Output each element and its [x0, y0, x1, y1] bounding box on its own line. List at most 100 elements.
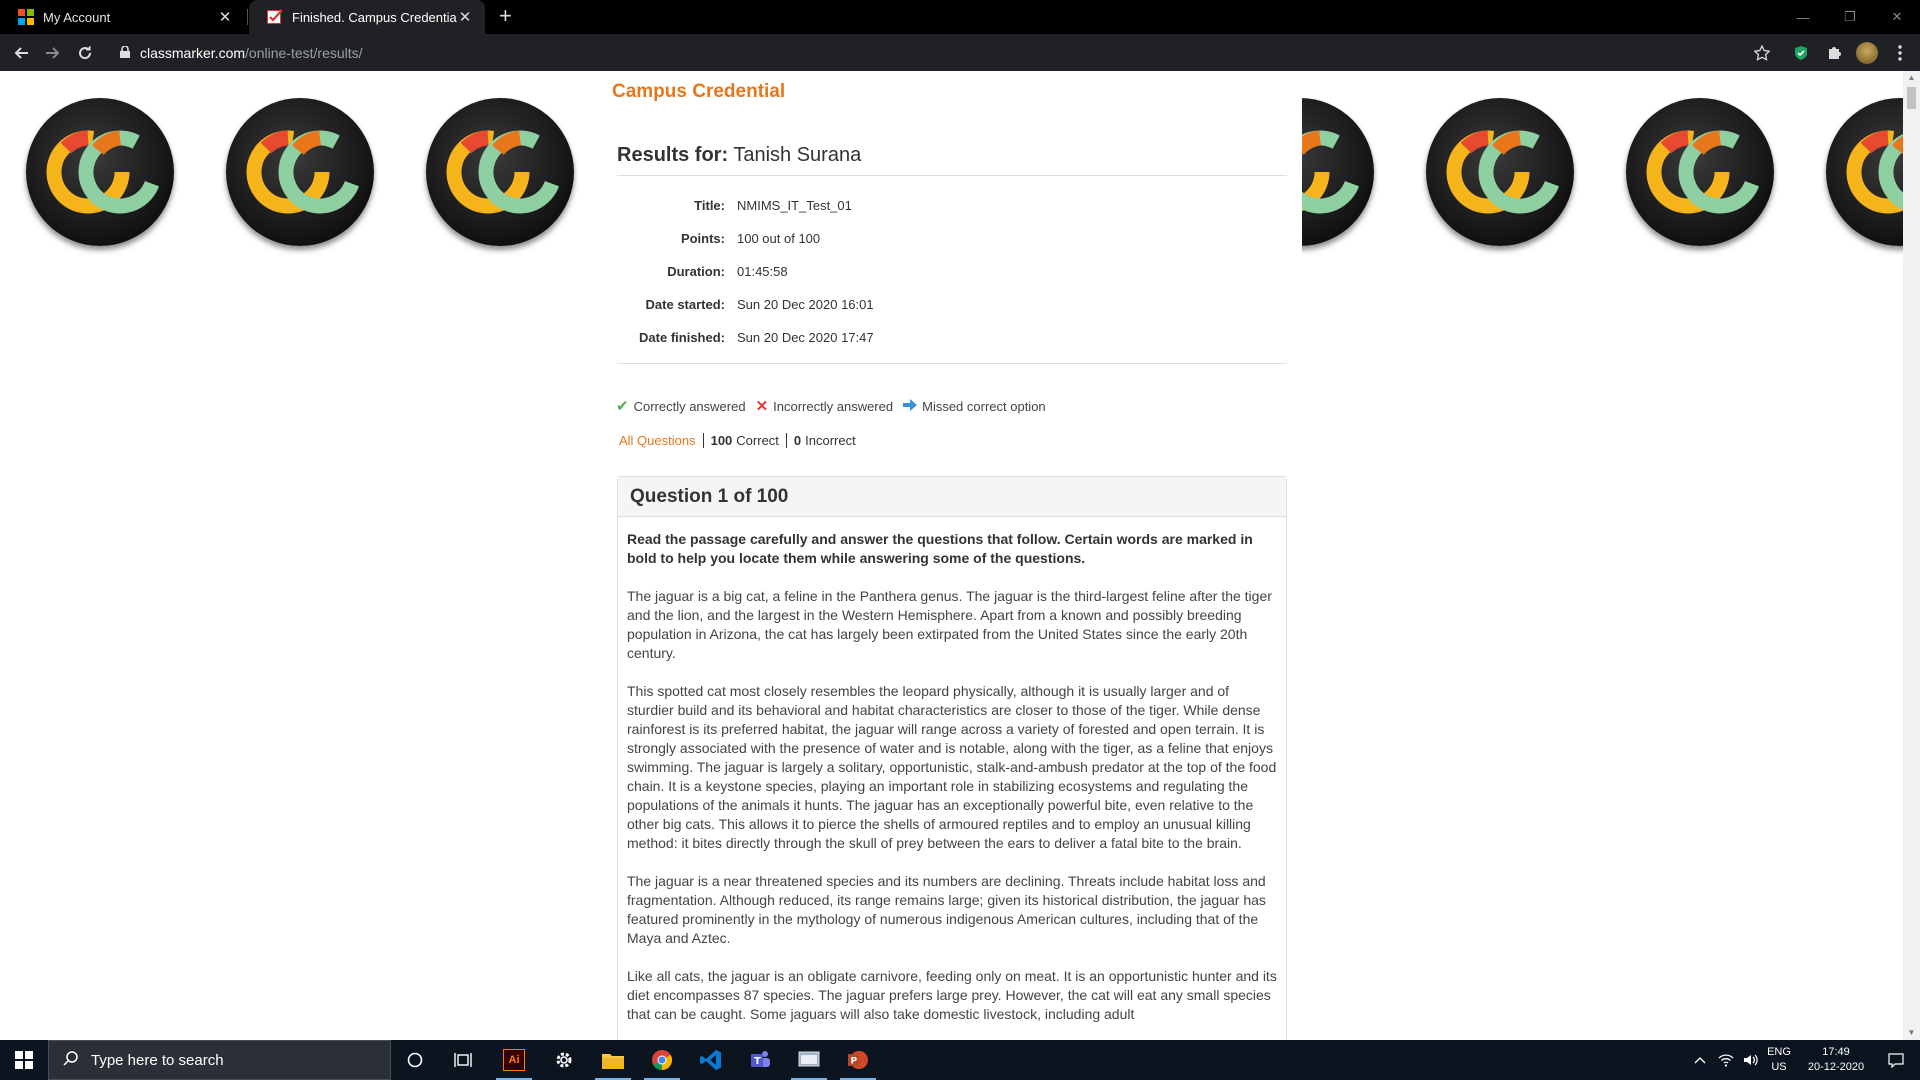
forward-icon[interactable] [38, 34, 68, 71]
campus-credential-logo [426, 98, 574, 246]
detail-label: Points: [680, 231, 725, 246]
incorrect-count: 0 [793, 433, 802, 448]
task-view-icon[interactable] [439, 1040, 487, 1080]
page-viewport: Campus Credential Results for: Tanish Su… [0, 71, 1920, 1040]
volume-icon[interactable] [1739, 1040, 1763, 1080]
question-instructions: Read the passage carefully and answer th… [627, 531, 1253, 566]
notifications-icon[interactable] [1876, 1040, 1916, 1080]
address-bar[interactable]: classmarker.com /online-test/results/ [108, 38, 1778, 67]
new-tab-icon[interactable]: + [499, 3, 512, 29]
language-code: ENG [1767, 1046, 1791, 1058]
shield-extension-icon[interactable] [1786, 34, 1816, 71]
detail-value: NMIMS_IT_Test_01 [737, 198, 852, 213]
detail-value: 01:45:58 [737, 264, 788, 279]
question-card: Question 1 of 100 Read the passage caref… [617, 476, 1287, 1040]
cortana-icon[interactable] [391, 1040, 439, 1080]
legend-incorrect: ✕ Incorrectly answered [756, 397, 894, 415]
close-tab-icon[interactable]: ✕ [217, 8, 233, 26]
tab-title: My Account [43, 9, 111, 25]
region-code: US [1771, 1061, 1787, 1073]
powerpoint-icon[interactable]: P [834, 1040, 882, 1080]
detail-value: Sun 20 Dec 2020 16:01 [737, 297, 874, 312]
file-explorer-icon[interactable] [589, 1040, 637, 1080]
campus-credential-logo [226, 98, 374, 246]
brand-title: Campus Credential [612, 81, 786, 102]
close-tab-icon[interactable]: ✕ [457, 8, 473, 26]
results-label: Results for: [617, 144, 729, 166]
chrome-icon[interactable] [638, 1040, 686, 1080]
detail-row-points: Points: 100 out of 100 [617, 222, 1217, 255]
answer-legend: ✔ Correctly answered ✕ Incorrectly answe… [616, 397, 1056, 415]
windows-taskbar: Type here to search Ai T P ENG US 17:49 … [0, 1040, 1920, 1080]
detail-row-date-finished: Date finished: Sun 20 Dec 2020 17:47 [617, 321, 1217, 354]
tab-my-account[interactable]: My Account ✕ [0, 0, 245, 34]
correct-count: 100 [710, 433, 733, 448]
scroll-down-icon[interactable]: ▼ [1903, 1026, 1920, 1040]
question-filters: All Questions 100 Correct 0 Incorrect [619, 433, 856, 448]
arrow-right-icon [903, 398, 918, 415]
filter-incorrect[interactable]: 0 Incorrect [794, 433, 856, 448]
settings-gear-icon[interactable] [540, 1040, 588, 1080]
svg-text:T: T [754, 1056, 761, 1067]
question-heading: Question 1 of 100 [618, 477, 1286, 517]
legend-incorrect-label: Incorrectly answered [773, 398, 894, 414]
restore-icon[interactable]: ❐ [1827, 0, 1873, 34]
back-icon[interactable] [6, 34, 36, 71]
scroll-up-icon[interactable]: ▲ [1903, 71, 1920, 85]
language-indicator[interactable]: ENG US [1764, 1040, 1794, 1080]
more-menu-icon[interactable] [1885, 34, 1915, 71]
student-name: Tanish Surana [733, 144, 862, 166]
classmarker-check-icon [267, 9, 283, 24]
divider [617, 363, 1287, 364]
tab-divider [247, 9, 248, 25]
campus-credential-logo [1626, 98, 1774, 246]
browser-tab-strip: My Account ✕ Finished. Campus Credential… [0, 0, 1920, 34]
page-scrollbar[interactable]: ▲ ▼ [1903, 71, 1920, 1040]
detail-row-date-started: Date started: Sun 20 Dec 2020 16:01 [617, 288, 1217, 321]
vscode-icon[interactable] [687, 1040, 735, 1080]
windows-start-icon[interactable] [0, 1040, 48, 1080]
close-window-icon[interactable]: ✕ [1874, 0, 1920, 34]
search-icon [63, 1050, 79, 1070]
detail-label: Title: [694, 198, 725, 213]
lock-icon [120, 44, 130, 61]
result-details: Title: NMIMS_IT_Test_01 Points: 100 out … [617, 189, 1217, 354]
tab-campus-credential[interactable]: Finished. Campus Credential ✕ [249, 0, 485, 34]
detail-label: Duration: [667, 264, 725, 279]
url-path: /online-test/results/ [245, 44, 363, 61]
filter-separator [785, 433, 787, 448]
illustrator-icon[interactable]: Ai [490, 1040, 538, 1080]
campus-credential-logo [1426, 98, 1574, 246]
passage-paragraph: Like all cats, the jaguar is an obligate… [627, 968, 1277, 1022]
search-placeholder: Type here to search [91, 1051, 224, 1069]
microsoft-icon [18, 9, 34, 25]
profile-avatar[interactable] [1852, 34, 1882, 71]
correct-label: Correct [736, 433, 779, 448]
checkmark-icon: ✔ [616, 398, 629, 415]
reload-icon[interactable] [70, 34, 100, 71]
legend-correct-label: Correctly answered [633, 398, 746, 414]
extensions-puzzle-icon[interactable] [1819, 34, 1849, 71]
results-heading: Results for: Tanish Surana [617, 144, 861, 167]
clock-date: 20-12-2020 [1807, 1061, 1865, 1073]
legend-missed-label: Missed correct option [922, 398, 1046, 414]
detail-value: 100 out of 100 [737, 231, 821, 246]
taskbar-search-box[interactable]: Type here to search [48, 1040, 391, 1080]
legend-missed: Missed correct option [903, 398, 1046, 415]
detail-label: Date finished: [639, 330, 725, 345]
bookmark-star-icon[interactable] [1747, 34, 1777, 71]
passage-paragraph: The jaguar is a near threatened species … [627, 873, 1266, 946]
clock[interactable]: 17:49 20-12-2020 [1796, 1040, 1876, 1080]
detail-row-title: Title: NMIMS_IT_Test_01 [617, 189, 1217, 222]
url-host: classmarker.com [140, 44, 246, 61]
wifi-icon[interactable] [1714, 1040, 1738, 1080]
detail-row-duration: Duration: 01:45:58 [617, 255, 1217, 288]
app-window-icon[interactable] [785, 1040, 833, 1080]
filter-all-questions[interactable]: All Questions [619, 433, 696, 448]
teams-icon[interactable]: T [736, 1040, 784, 1080]
show-hidden-icons-chevron-icon[interactable] [1688, 1040, 1712, 1080]
filter-separator [702, 433, 704, 448]
filter-correct[interactable]: 100 Correct [711, 433, 779, 448]
minimize-icon[interactable]: — [1780, 0, 1826, 34]
scrollbar-thumb[interactable] [1907, 87, 1916, 109]
